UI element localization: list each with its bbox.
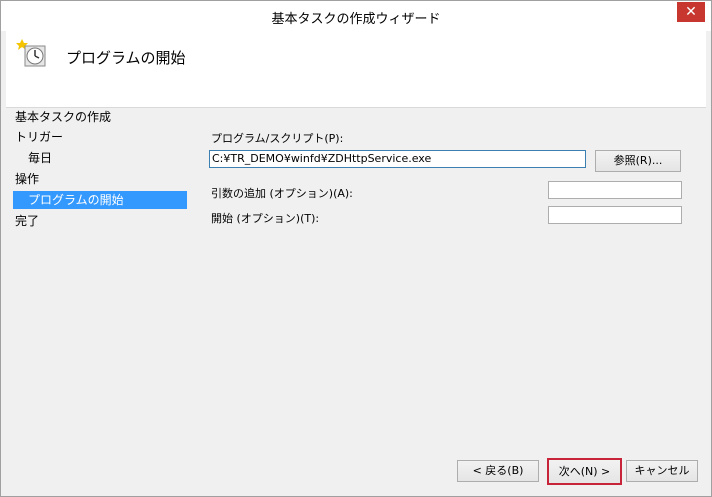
clock-icon: [16, 39, 46, 67]
start-in-label: 開始 (オプション)(T):: [211, 212, 320, 225]
program-label: プログラム/スクリプト(P):: [211, 132, 344, 145]
nav-step-create-basic-task[interactable]: 基本タスクの作成: [15, 108, 111, 126]
arguments-label: 引数の追加 (オプション)(A):: [211, 187, 353, 200]
wizard-header: プログラムの開始: [6, 31, 706, 108]
window-title: 基本タスクの作成ウィザード: [271, 12, 441, 27]
wizard-window: 基本タスクの作成ウィザード ✕ プログラムの開始 基本タスクの作成 トリガー 毎…: [0, 0, 712, 497]
page-title: プログラムの開始: [66, 49, 186, 67]
back-button[interactable]: < 戻る(B): [457, 460, 539, 482]
title-bar: 基本タスクの作成ウィザード ✕: [1, 1, 711, 31]
next-button[interactable]: 次へ(N) >: [547, 458, 622, 485]
wizard-body: 基本タスクの作成 トリガー 毎日 操作 プログラムの開始 完了 プログラム/スク…: [6, 108, 706, 491]
nav-step-trigger[interactable]: トリガー: [15, 128, 63, 146]
browse-button[interactable]: 参照(R)...: [595, 150, 681, 172]
start-in-input[interactable]: [548, 206, 682, 224]
program-input[interactable]: C:¥TR_DEMO¥winfd¥ZDHttpService.exe: [209, 150, 586, 168]
cancel-button[interactable]: キャンセル: [626, 460, 698, 482]
nav-step-finish[interactable]: 完了: [15, 212, 39, 230]
nav-step-daily[interactable]: 毎日: [28, 149, 52, 167]
close-button[interactable]: ✕: [677, 2, 705, 22]
nav-step-start-program[interactable]: プログラムの開始: [13, 191, 187, 209]
arguments-input[interactable]: [548, 181, 682, 199]
nav-step-action[interactable]: 操作: [15, 170, 39, 188]
